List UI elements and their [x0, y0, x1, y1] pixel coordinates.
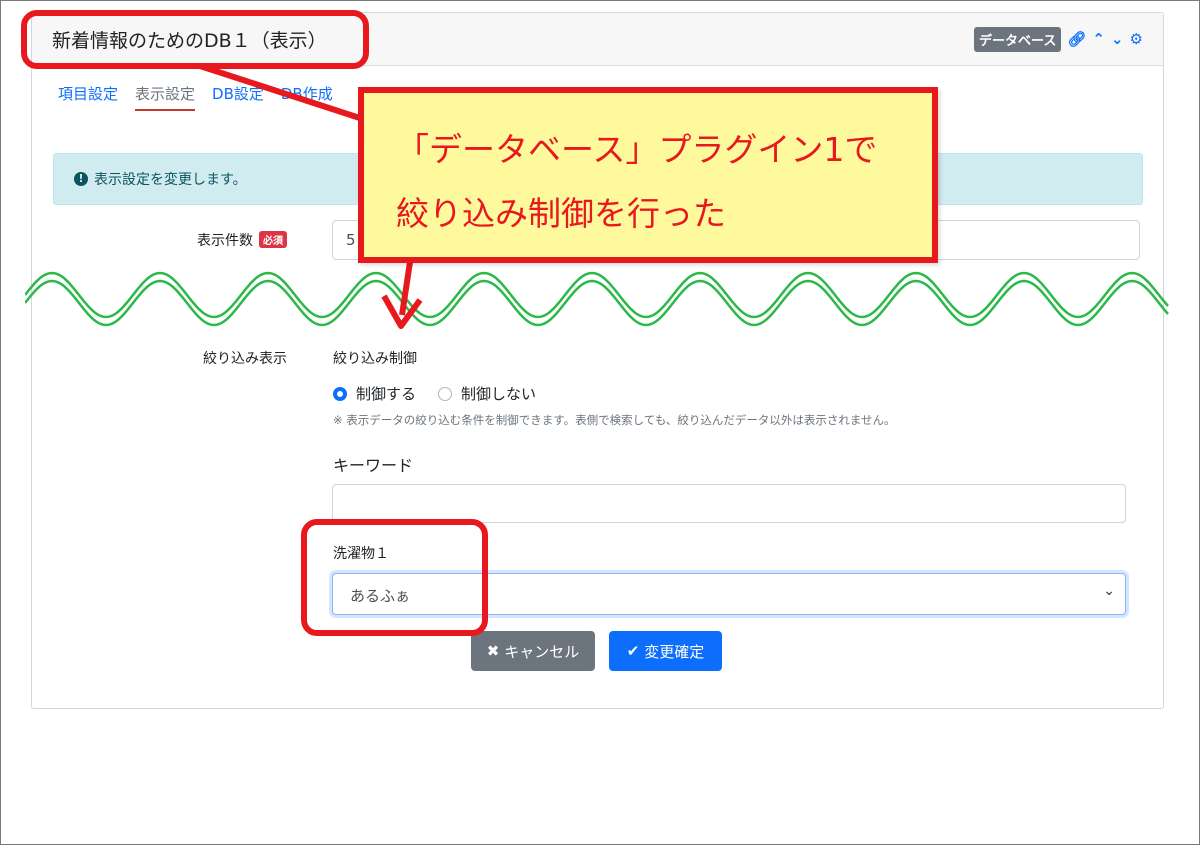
title-highlight-box: [21, 10, 369, 69]
select-highlight-box: [301, 519, 488, 636]
callout-line-2: 絞り込み制御を行った: [396, 194, 726, 233]
callout-line-1: 「データベース」プラグイン1で: [396, 130, 878, 169]
callout-box: 「データベース」プラグイン1で 絞り込み制御を行った: [358, 87, 938, 263]
callout-arrow-shaft: [399, 261, 413, 316]
callout-pointer-line: [199, 63, 373, 125]
